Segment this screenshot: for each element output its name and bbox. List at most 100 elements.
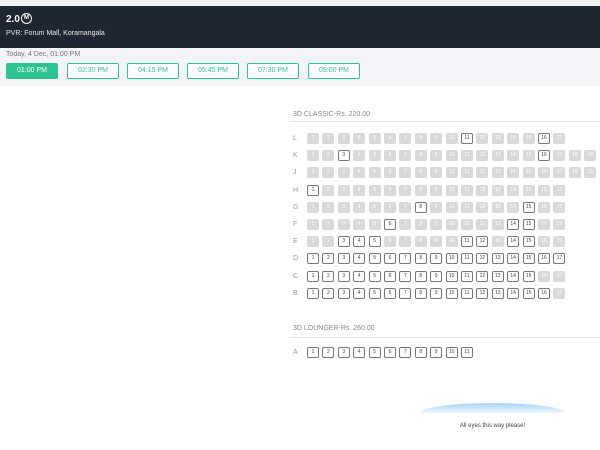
seat-available[interactable]: 11 xyxy=(461,347,473,358)
seat-available[interactable]: 2 xyxy=(322,287,335,299)
seat-available[interactable]: 10 xyxy=(445,253,458,265)
seat-available[interactable]: 15 xyxy=(522,201,535,213)
seat-available[interactable]: 4 xyxy=(353,236,366,248)
seat-available[interactable]: 14 xyxy=(507,287,520,299)
seat-available[interactable]: 17 xyxy=(553,253,566,265)
seat-available[interactable]: 6 xyxy=(384,253,396,265)
seat-available[interactable]: 6 xyxy=(384,270,396,282)
seat-available[interactable]: 1 xyxy=(307,184,319,196)
seat-available[interactable]: 9 xyxy=(430,287,443,299)
seat-available[interactable]: 16 xyxy=(538,133,550,144)
seat-available[interactable]: 11 xyxy=(461,133,473,144)
seat-available[interactable]: 13 xyxy=(491,270,504,282)
seat-available[interactable]: 12 xyxy=(476,236,489,248)
seat-available[interactable]: 14 xyxy=(507,270,520,282)
seat-sold: 6 xyxy=(384,133,396,144)
seat-available[interactable]: 9 xyxy=(430,270,443,282)
seat-available[interactable]: 7 xyxy=(399,253,412,265)
seat-available[interactable]: 1 xyxy=(307,270,319,282)
seat-available[interactable]: 14 xyxy=(507,236,520,248)
seat-available[interactable]: 1 xyxy=(307,253,319,265)
seat-available[interactable]: 3 xyxy=(337,270,350,282)
seat-available[interactable]: 16 xyxy=(538,150,550,162)
seat-available[interactable]: 2 xyxy=(322,253,335,265)
seat-available[interactable]: 5 xyxy=(368,287,381,299)
seat-available[interactable]: 13 xyxy=(491,287,504,299)
seat-available[interactable]: 5 xyxy=(368,347,381,358)
seat-sold: 19 xyxy=(584,167,597,179)
seat-available[interactable]: 3 xyxy=(337,287,350,299)
seat-available[interactable]: 3 xyxy=(337,150,350,162)
seat-available[interactable]: 11 xyxy=(461,253,473,265)
seat-available[interactable]: 14 xyxy=(507,253,520,265)
seat-available[interactable]: 3 xyxy=(337,236,350,248)
seat-sold: 5 xyxy=(368,219,381,230)
seat-available[interactable]: 9 xyxy=(430,347,443,358)
seat-available[interactable]: 8 xyxy=(414,287,427,299)
seat-available[interactable]: 1 xyxy=(307,287,319,299)
seat-sold: 9 xyxy=(430,236,443,248)
showtime-button[interactable]: 05:45 PM xyxy=(187,63,239,79)
seat-available[interactable]: 12 xyxy=(476,253,489,265)
seat-sold: 2 xyxy=(322,236,335,248)
seat-available[interactable]: 15 xyxy=(522,270,535,282)
seat-available[interactable]: 2 xyxy=(322,347,335,358)
seat-available[interactable]: 10 xyxy=(445,347,458,358)
movie-title: 2.0 xyxy=(6,14,20,25)
seat-available[interactable]: 8 xyxy=(414,201,427,213)
seat-available[interactable]: 3 xyxy=(337,347,350,358)
showtime-button[interactable]: 02:30 PM xyxy=(67,63,119,79)
seat-sold: 7 xyxy=(399,219,412,230)
seat-sold: 1 xyxy=(307,201,319,213)
seat-available[interactable]: 15 xyxy=(522,253,535,265)
seat-available[interactable]: 4 xyxy=(353,253,366,265)
seat-available[interactable]: 11 xyxy=(461,270,473,282)
seat-available[interactable]: 4 xyxy=(353,287,366,299)
seat-available[interactable]: 12 xyxy=(476,287,489,299)
seat-available[interactable]: 14 xyxy=(507,219,520,230)
seat-available[interactable]: 8 xyxy=(414,347,427,358)
seat-available[interactable]: 3 xyxy=(337,253,350,265)
seat-available[interactable]: 4 xyxy=(353,347,366,358)
screen-indicator xyxy=(420,403,565,413)
seat-available[interactable]: 12 xyxy=(476,270,489,282)
seat-available[interactable]: 11 xyxy=(461,287,473,299)
showtime-button[interactable]: 07:30 PM xyxy=(247,63,299,79)
seat-sold: 10 xyxy=(445,184,458,196)
seat-available[interactable]: 15 xyxy=(522,236,535,248)
seat-sold: 12 xyxy=(476,150,489,162)
seat-sold: 14 xyxy=(507,133,520,144)
seat-available[interactable]: 10 xyxy=(445,270,458,282)
showtime-button[interactable]: 01:00 PM xyxy=(6,63,58,79)
showtime-button[interactable]: 09:00 PM xyxy=(308,63,360,79)
seat-available[interactable]: 7 xyxy=(399,347,412,358)
seat-available[interactable]: 5 xyxy=(368,236,381,248)
seat-available[interactable]: 15 xyxy=(522,287,535,299)
seat-sold: 2 xyxy=(322,201,335,213)
seat-available[interactable]: 11 xyxy=(461,236,473,248)
seat-sold: 8 xyxy=(414,236,427,248)
seat-available[interactable]: 6 xyxy=(384,219,396,230)
seat-sold: 3 xyxy=(337,201,350,213)
seat-sold: 1 xyxy=(307,219,319,230)
seat-available[interactable]: 5 xyxy=(368,270,381,282)
seat-available[interactable]: 16 xyxy=(538,287,550,299)
seat-available[interactable]: 4 xyxy=(353,270,366,282)
seat-available[interactable]: 8 xyxy=(414,270,427,282)
seat-sold: 14 xyxy=(507,150,520,162)
showtime-button[interactable]: 04:15 PM xyxy=(127,63,179,79)
seat-available[interactable]: 15 xyxy=(522,219,535,230)
seat-available[interactable]: 6 xyxy=(384,347,396,358)
seat-available[interactable]: 5 xyxy=(368,253,381,265)
seat-sold: 9 xyxy=(430,150,443,162)
seat-available[interactable]: 7 xyxy=(399,270,412,282)
seat-available[interactable]: 1 xyxy=(307,347,319,358)
seat-available[interactable]: 10 xyxy=(445,287,458,299)
seat-available[interactable]: 6 xyxy=(384,287,396,299)
seat-available[interactable]: 7 xyxy=(399,287,412,299)
seat-available[interactable]: 9 xyxy=(430,253,443,265)
seat-available[interactable]: 2 xyxy=(322,270,335,282)
seat-available[interactable]: 16 xyxy=(538,253,550,265)
seat-available[interactable]: 13 xyxy=(491,253,504,265)
seat-available[interactable]: 8 xyxy=(414,253,427,265)
